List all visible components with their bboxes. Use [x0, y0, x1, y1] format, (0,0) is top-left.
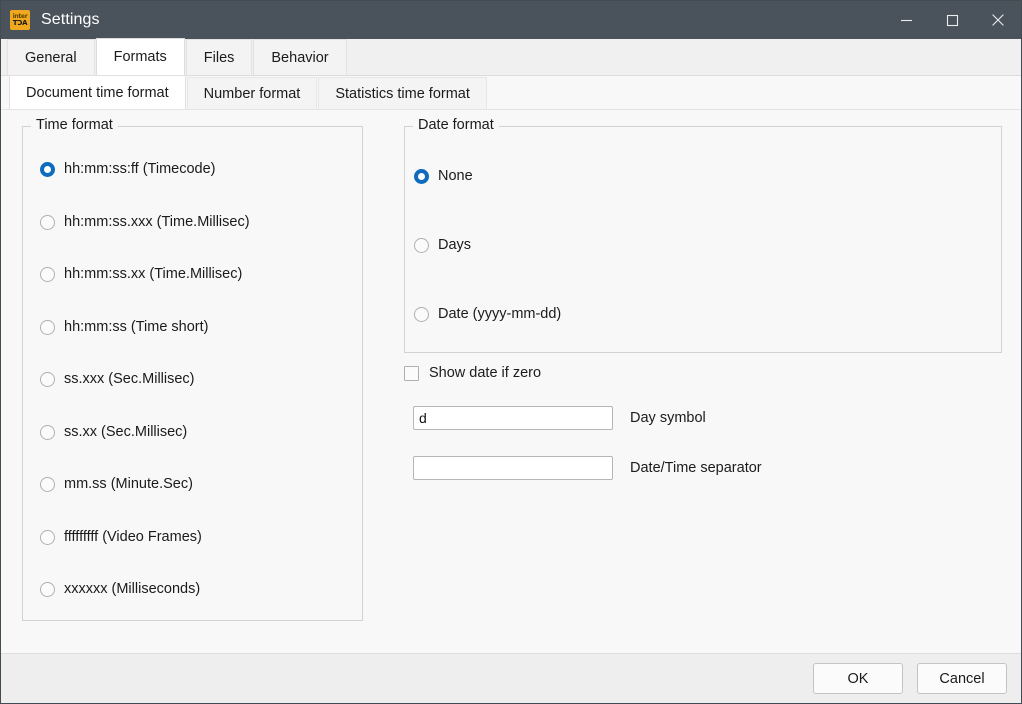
radio-date-format-days[interactable]: Days	[414, 238, 471, 253]
radio-indicator	[40, 582, 55, 597]
tab-files[interactable]: Files	[185, 39, 253, 75]
tab-formats[interactable]: Formats	[95, 38, 185, 75]
radio-time-format-hhmmss-xxx[interactable]: hh:mm:ss.xxx (Time.Millisec)	[40, 215, 250, 230]
date-time-separator-input[interactable]	[413, 456, 613, 480]
radio-label: None	[438, 168, 473, 185]
radio-indicator	[414, 238, 429, 253]
radio-indicator	[40, 372, 55, 387]
tab-general[interactable]: General	[7, 39, 95, 75]
radio-time-format-video-frames[interactable]: fffffffff (Video Frames)	[40, 530, 202, 545]
radio-indicator	[40, 477, 55, 492]
dialog-footer: OK Cancel	[1, 653, 1021, 703]
radio-indicator	[40, 267, 55, 282]
radio-indicator	[414, 169, 429, 184]
day-symbol-label: Day symbol	[630, 410, 706, 426]
date-format-legend: Date format	[413, 117, 499, 133]
radio-indicator	[40, 215, 55, 230]
radio-date-format-none[interactable]: None	[414, 169, 473, 184]
window-controls	[883, 1, 1021, 39]
radio-time-format-ss-xxx[interactable]: ss.xxx (Sec.Millisec)	[40, 372, 195, 387]
radio-label: ss.xxx (Sec.Millisec)	[64, 371, 195, 388]
checkbox-indicator	[404, 366, 419, 381]
app-icon-line2: ACT	[12, 18, 28, 27]
radio-time-format-ss-xx[interactable]: ss.xx (Sec.Millisec)	[40, 425, 187, 440]
radio-indicator	[40, 162, 55, 177]
radio-indicator	[40, 530, 55, 545]
time-format-legend: Time format	[31, 117, 118, 133]
radio-time-format-timecode[interactable]: hh:mm:ss:ff (Timecode)	[40, 162, 215, 177]
day-symbol-field-row: Day symbol	[413, 406, 706, 430]
subtab-number-format[interactable]: Number format	[186, 77, 318, 109]
sub-tab-strip: Document time format Number format Stati…	[1, 75, 1021, 110]
day-symbol-input[interactable]	[413, 406, 613, 430]
radio-label: fffffffff (Video Frames)	[64, 529, 202, 546]
radio-time-format-minute-sec[interactable]: mm.ss (Minute.Sec)	[40, 477, 193, 492]
radio-label: Date (yyyy-mm-dd)	[438, 306, 562, 323]
radio-label: hh:mm:ss:ff (Timecode)	[64, 161, 216, 178]
radio-date-format-date[interactable]: Date (yyyy-mm-dd)	[414, 307, 561, 322]
radio-label: ss.xx (Sec.Millisec)	[64, 424, 188, 441]
radio-indicator	[414, 307, 429, 322]
maximize-button[interactable]	[929, 1, 975, 39]
tab-behavior[interactable]: Behavior	[253, 39, 347, 75]
interact-app-icon: inter ACT	[10, 10, 30, 30]
radio-label: Days	[438, 237, 472, 254]
radio-label: hh:mm:ss.xxx (Time.Millisec)	[64, 214, 250, 231]
radio-time-format-milliseconds[interactable]: xxxxxx (Milliseconds)	[40, 582, 200, 597]
minimize-button[interactable]	[883, 1, 929, 39]
ok-button[interactable]: OK	[813, 663, 903, 694]
subtab-document-time-format[interactable]: Document time format	[9, 75, 186, 109]
settings-content: Time format hh:mm:ss:ff (Timecode) hh:mm…	[1, 110, 1021, 653]
settings-window: inter ACT Settings General Formats Files…	[0, 0, 1022, 704]
radio-time-format-hhmmss-xx[interactable]: hh:mm:ss.xx (Time.Millisec)	[40, 267, 242, 282]
radio-label: xxxxxx (Milliseconds)	[64, 581, 201, 598]
subtab-statistics-time-format[interactable]: Statistics time format	[318, 77, 487, 109]
close-button[interactable]	[975, 1, 1021, 39]
radio-label: mm.ss (Minute.Sec)	[64, 476, 193, 493]
date-time-separator-label: Date/Time separator	[630, 460, 762, 476]
main-tab-strip: General Formats Files Behavior	[1, 38, 1021, 76]
radio-label: hh:mm:ss.xx (Time.Millisec)	[64, 266, 243, 283]
date-time-separator-field-row: Date/Time separator	[413, 456, 762, 480]
checkbox-show-date-if-zero[interactable]: Show date if zero	[404, 366, 541, 381]
time-format-group: Time format hh:mm:ss:ff (Timecode) hh:mm…	[22, 117, 363, 621]
radio-label: hh:mm:ss (Time short)	[64, 319, 209, 336]
date-format-group: Date format None Days Date (yyyy-mm-dd)	[404, 117, 1002, 353]
checkbox-label: Show date if zero	[429, 365, 542, 382]
radio-time-format-time-short[interactable]: hh:mm:ss (Time short)	[40, 320, 208, 335]
title-bar: inter ACT Settings	[1, 1, 1021, 39]
radio-indicator	[40, 320, 55, 335]
radio-indicator	[40, 425, 55, 440]
window-title: Settings	[41, 11, 100, 28]
cancel-button[interactable]: Cancel	[917, 663, 1007, 694]
